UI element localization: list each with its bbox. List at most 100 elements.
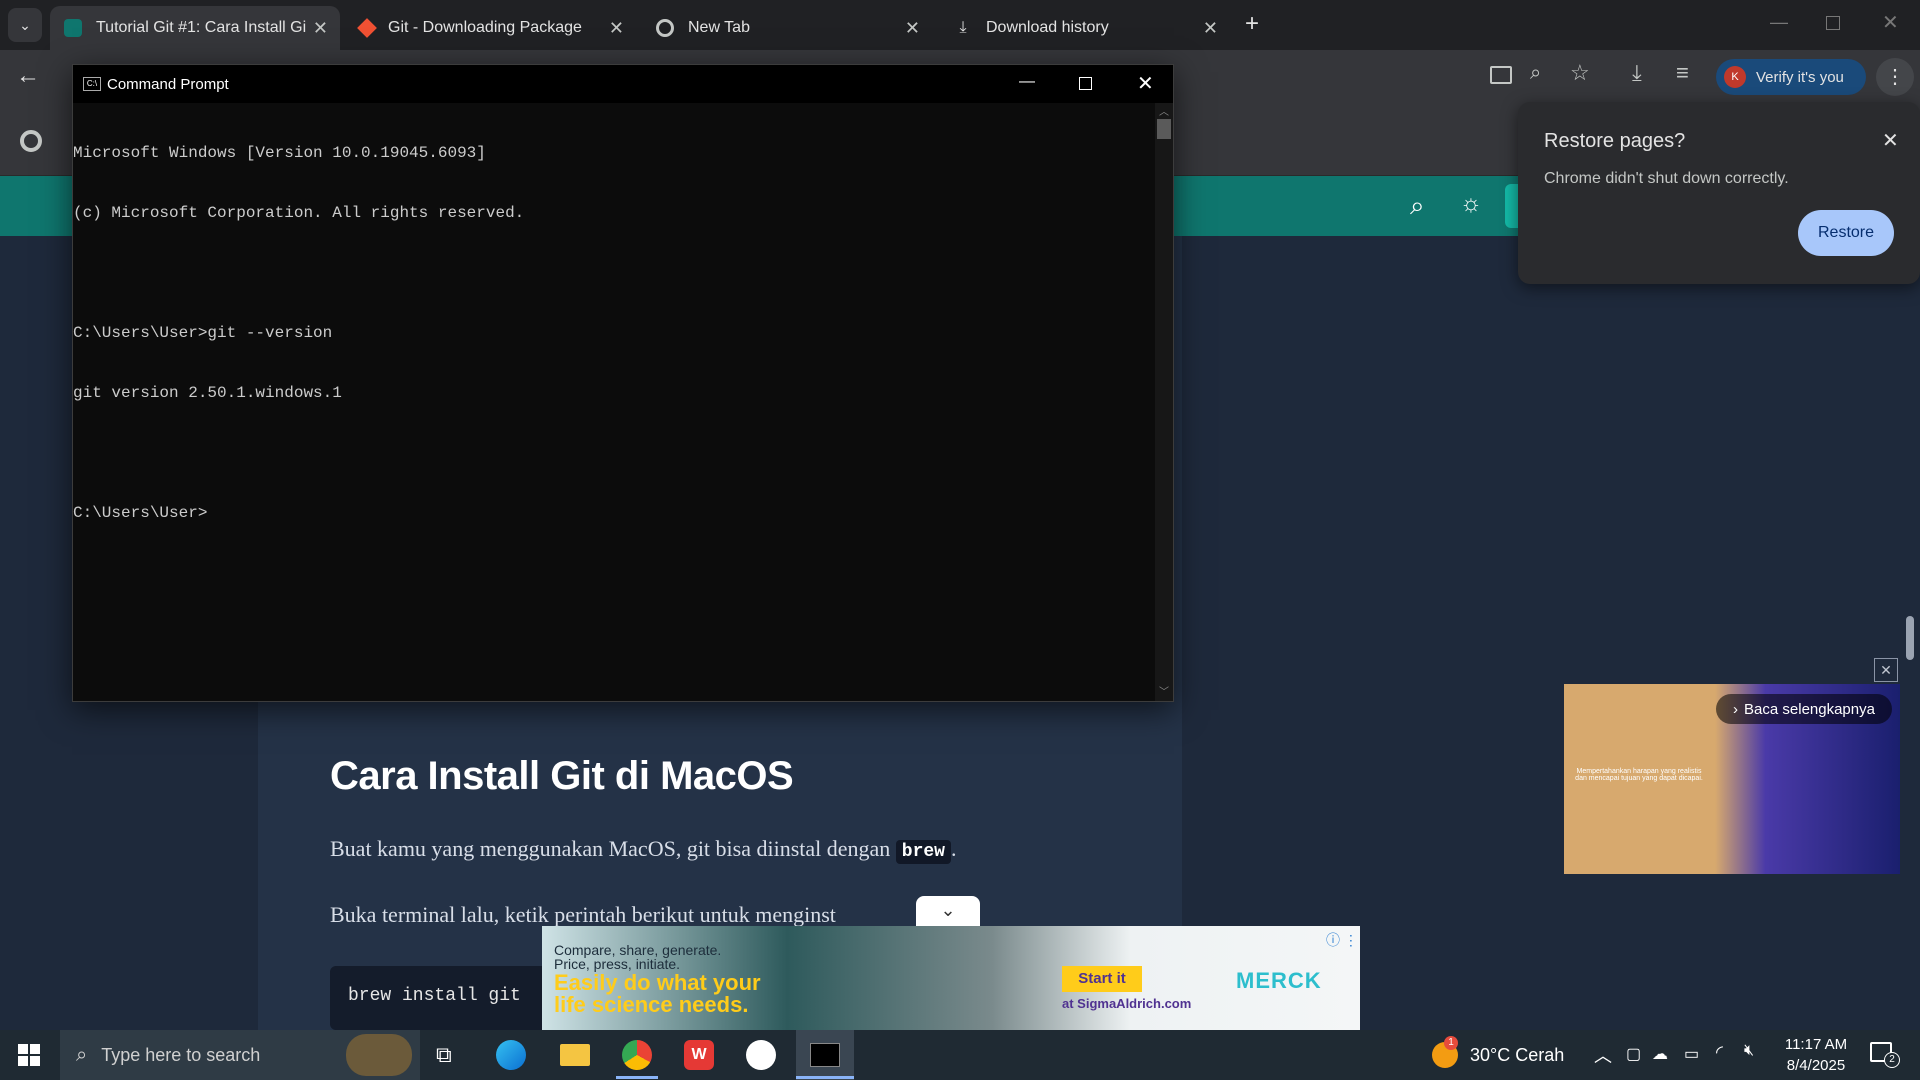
tab-new-tab[interactable]: New Tab ✕	[642, 6, 932, 50]
theme-toggle-sun-icon[interactable]: ☼	[1460, 190, 1482, 218]
restore-button[interactable]: Restore	[1798, 210, 1894, 256]
windows-taskbar: ⌕ Type here to search ⧉ W 1 30°C Cerah ︿…	[0, 1030, 1920, 1080]
chrome-taskbar-icon[interactable]	[622, 1040, 652, 1070]
ad-cta-button[interactable]: Start it	[1062, 966, 1142, 992]
close-icon[interactable]: ✕	[1882, 128, 1899, 153]
onedrive-icon[interactable]: ☁	[1652, 1044, 1668, 1064]
search-icon[interactable]: ⌕	[1410, 190, 1425, 222]
console-line: git version 2.50.1.windows.1	[73, 384, 342, 402]
tab-label: New Tab	[688, 19, 750, 36]
scroll-up-icon[interactable]: ︿	[1155, 103, 1173, 119]
chrome-icon	[656, 19, 674, 37]
tray-chevron-up-icon[interactable]: ︿	[1594, 1042, 1612, 1068]
ad-brand-logo: MERCK	[1236, 968, 1322, 993]
file-explorer-icon[interactable]	[560, 1044, 590, 1066]
close-tab-icon[interactable]: ✕	[609, 18, 624, 39]
wifi-icon[interactable]: ◜	[1716, 1042, 1723, 1063]
volume-muted-icon[interactable]: 🔇︎	[1744, 1042, 1754, 1060]
edge-icon[interactable]	[496, 1040, 526, 1070]
code-block[interactable]: brew install git	[330, 966, 570, 1030]
window-title: Command Prompt	[107, 75, 229, 93]
weather-badge: 1	[1444, 1036, 1458, 1050]
taskbar-search-box[interactable]: ⌕ Type here to search	[60, 1030, 420, 1080]
tab-git-downloading[interactable]: Git - Downloading Package ✕	[346, 6, 636, 50]
clock-time: 11:17 AM	[1784, 1036, 1848, 1053]
close-tab-icon[interactable]: ✕	[313, 18, 328, 39]
git-logo-icon	[357, 18, 377, 38]
cmd-scrollbar[interactable]: ︿ ﹀	[1155, 103, 1173, 701]
task-view-icon[interactable]: ⧉	[436, 1042, 452, 1068]
scroll-down-icon[interactable]: ﹀	[1155, 683, 1173, 698]
article-paragraph: Buat kamu yang menggunakan MacOS, git bi…	[330, 836, 957, 864]
tab-search-button[interactable]: ⌄	[8, 8, 42, 42]
verify-its-you-button[interactable]: K Verify it's you	[1716, 59, 1866, 95]
weather-widget[interactable]: 1 30°C Cerah	[1432, 1036, 1564, 1068]
new-tab-button[interactable]: +	[1245, 10, 1259, 38]
chrome-icon[interactable]	[20, 130, 42, 152]
cmd-app-icon: C:\	[83, 77, 101, 91]
ad-info-icon[interactable]: ⓘ ⋮	[1326, 930, 1358, 950]
downloads-icon[interactable]: ⤓	[1632, 60, 1642, 86]
search-icon: ⌕	[76, 1043, 88, 1066]
zoom-icon[interactable]: ⌕	[1530, 62, 1541, 85]
inline-code: brew	[895, 840, 951, 864]
side-ad[interactable]: Mempertahankan harapan yang realistis da…	[1564, 684, 1900, 874]
wps-office-icon[interactable]: W	[684, 1040, 714, 1070]
search-placeholder: Type here to search	[101, 1044, 261, 1065]
chevron-down-icon: ⌄	[19, 16, 31, 33]
chevron-right-icon: ›	[1733, 700, 1739, 718]
bookmark-star-icon[interactable]: ☆	[1570, 60, 1590, 86]
ad-headline: life science needs.	[554, 992, 749, 1017]
page-title: Cara Install Git di MacOS	[330, 754, 794, 798]
notification-center-icon[interactable]: 2	[1870, 1042, 1900, 1068]
paragraph-text: Buat kamu yang menggunakan MacOS, git bi…	[330, 836, 896, 861]
minimize-window-icon[interactable]: —	[1770, 12, 1788, 33]
article-paragraph: Buka terminal lalu, ketik perintah berik…	[330, 902, 836, 927]
cmd-taskbar-icon	[810, 1043, 840, 1067]
tab-download-history[interactable]: ⤓ Download history ✕	[940, 6, 1230, 50]
install-app-icon[interactable]	[1490, 66, 1512, 84]
console-line: (c) Microsoft Corporation. All rights re…	[73, 204, 525, 222]
running-indicator	[616, 1076, 658, 1079]
console-line: Microsoft Windows [Version 10.0.19045.60…	[73, 144, 486, 162]
restore-window-icon[interactable]	[1826, 16, 1840, 30]
download-icon: ⤓	[959, 19, 967, 36]
console-output[interactable]: Microsoft Windows [Version 10.0.19045.60…	[73, 103, 1155, 701]
windows-start-icon[interactable]	[18, 1044, 40, 1066]
close-tab-icon[interactable]: ✕	[1203, 18, 1218, 39]
cmd-title-bar[interactable]: C:\ Command Prompt — ✕	[73, 65, 1173, 103]
bottom-ad-banner[interactable]: Compare, share, generate. Price, press, …	[542, 926, 1360, 1030]
console-line: C:\Users\User>git --version	[73, 324, 333, 342]
close-window-icon[interactable]: ✕	[1882, 10, 1899, 35]
close-icon[interactable]: ✕	[1137, 71, 1154, 96]
ad-site-link[interactable]: at SigmaAldrich.com	[1062, 996, 1191, 1011]
clock[interactable]: 11:17 AM 8/4/2025	[1780, 1034, 1852, 1076]
ad-read-more-button[interactable]: › Baca selengkapnya	[1716, 694, 1892, 724]
chrome-menu-icon[interactable]: ⋮	[1876, 58, 1914, 96]
scrollbar-thumb[interactable]	[1157, 119, 1171, 139]
meet-now-icon[interactable]: ▢	[1626, 1044, 1641, 1064]
command-prompt-window: C:\ Command Prompt — ✕ Microsoft Windows…	[72, 64, 1174, 702]
tab-label: Tutorial Git #1: Cara Install Git d	[96, 19, 306, 36]
maximize-icon[interactable]	[1079, 77, 1092, 90]
page-scrollbar-thumb[interactable]	[1906, 616, 1914, 660]
paragraph-text: .	[951, 836, 957, 861]
ad-text: Mempertahankan harapan yang realistis da…	[1575, 768, 1703, 782]
avatar: K	[1724, 66, 1746, 88]
clock-date: 8/4/2025	[1786, 1057, 1846, 1074]
close-ad-icon[interactable]: ✕	[1874, 658, 1898, 682]
ad-collapse-button[interactable]: ⌄	[916, 896, 980, 926]
notification-count: 2	[1884, 1052, 1900, 1068]
restore-pages-dialog: Restore pages? ✕ Chrome didn't shut down…	[1518, 102, 1920, 284]
close-tab-icon[interactable]: ✕	[905, 18, 920, 39]
tab-label: Download history	[986, 19, 1109, 36]
tab-tutorial-git[interactable]: Tutorial Git #1: Cara Install Git d ✕	[50, 6, 340, 50]
code-text: brew install git	[348, 986, 521, 1006]
minimize-icon[interactable]: —	[1019, 73, 1035, 91]
back-arrow-icon[interactable]: ←	[16, 62, 40, 90]
verify-label: Verify it's you	[1756, 68, 1844, 86]
media-controls-icon[interactable]: ≡	[1676, 60, 1689, 86]
app-mountain-icon[interactable]	[746, 1040, 776, 1070]
battery-icon[interactable]: ▭	[1684, 1044, 1699, 1064]
